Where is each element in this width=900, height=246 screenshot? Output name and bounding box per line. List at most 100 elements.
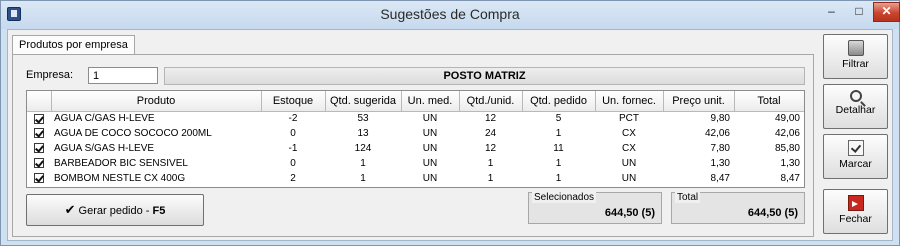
cell-qtd-sugerida: 1	[360, 173, 366, 184]
row-checkbox[interactable]	[34, 128, 44, 139]
checkmark-icon: ✔	[64, 202, 76, 217]
total-box: Total 644,50 (5)	[671, 192, 805, 224]
cell-qtd-unid: 12	[484, 113, 497, 125]
gerar-pedido-shortcut: F5	[152, 205, 166, 217]
empresa-input[interactable]	[88, 67, 158, 84]
cell-produto: AGUA DE COCO SOCOCO 200ML	[54, 128, 212, 139]
marcar-label: Marcar	[839, 158, 872, 170]
total-value: 644,50 (5)	[747, 207, 798, 219]
table-row[interactable]: AGUA C/GAS H-LEVE -2 53 UN 12 5 PCT 9,80…	[27, 111, 804, 126]
col-header-qtd-pedido[interactable]: Qtd. pedido	[522, 91, 596, 112]
cell-total: 8,47	[780, 173, 800, 184]
table-row[interactable]: AGUA DE COCO SOCOCO 200ML 0 13 UN 24 1 C…	[27, 126, 804, 141]
cell-preco-unit: 9,80	[710, 113, 730, 125]
cell-qtd-sugerida: 124	[354, 143, 372, 154]
row-checkbox[interactable]	[34, 173, 44, 184]
exit-icon	[847, 195, 864, 211]
cell-un-fornec: PCT	[619, 113, 639, 125]
app-window: Sugestões de Compra – □ ✕ Produtos por e…	[0, 0, 900, 246]
cell-un-med: UN	[422, 113, 438, 125]
cell-preco-unit: 7,80	[710, 143, 730, 154]
filtrar-button[interactable]: Filtrar	[823, 34, 888, 79]
cell-un-fornec: UN	[621, 158, 637, 169]
cell-qtd-sugerida: 13	[357, 128, 369, 139]
cell-estoque: -1	[288, 143, 298, 154]
tab-produtos-por-empresa[interactable]: Produtos por empresa	[12, 35, 135, 55]
row-checkbox[interactable]	[34, 158, 44, 169]
selecionados-value: 644,50 (5)	[604, 207, 655, 219]
selecionados-label: Selecionados	[532, 192, 597, 203]
col-header-preco-unit[interactable]: Preço unit.	[663, 91, 735, 112]
title-bar: Sugestões de Compra – □ ✕	[1, 1, 900, 29]
cell-un-fornec: UN	[621, 173, 637, 184]
cell-produto: BARBEADOR BIC SENSIVEL	[54, 158, 188, 169]
window-title: Sugestões de Compra	[380, 6, 520, 22]
empresa-label: Empresa:	[26, 69, 74, 81]
cell-un-fornec: CX	[622, 128, 636, 139]
cell-produto: AGUA C/GAS H-LEVE	[54, 113, 155, 125]
cell-qtd-unid: 1	[487, 158, 494, 169]
cell-qtd-pedido[interactable]: 1	[522, 126, 595, 141]
selecionados-box: Selecionados 644,50 (5)	[528, 192, 662, 224]
cell-estoque: 2	[290, 173, 296, 184]
cell-qtd-unid: 24	[484, 128, 497, 139]
row-checkbox[interactable]	[34, 143, 44, 154]
cell-un-med: UN	[422, 128, 438, 139]
cell-estoque: 0	[290, 158, 296, 169]
cell-un-med: UN	[422, 143, 438, 154]
close-button[interactable]: ✕	[873, 2, 900, 22]
total-label: Total	[675, 192, 701, 203]
cell-qtd-unid: 1	[487, 173, 494, 184]
products-grid[interactable]: Produto Estoque Qtd. sugerida Un. med. Q…	[26, 90, 805, 188]
magnifier-icon	[849, 90, 862, 102]
col-header-qtd-unid[interactable]: Qtd./unid.	[459, 91, 523, 112]
detalhar-button[interactable]: Detalhar	[823, 84, 888, 129]
marcar-button[interactable]: Marcar	[823, 134, 888, 179]
table-row[interactable]: BOMBOM NESTLE CX 400G 2 1 UN 1 1 UN 8,47…	[27, 171, 804, 186]
cell-estoque: 0	[290, 128, 296, 139]
table-row[interactable]: AGUA S/GAS H-LEVE -1 124 UN 12 11 CX 7,8…	[27, 141, 804, 156]
fechar-label: Fechar	[839, 213, 872, 225]
fechar-button[interactable]: Fechar	[823, 189, 888, 234]
col-header-total[interactable]: Total	[734, 91, 804, 112]
cell-qtd-pedido[interactable]: 1	[522, 171, 595, 186]
mark-icon	[847, 140, 864, 156]
filtrar-label: Filtrar	[842, 58, 869, 70]
cell-qtd-pedido[interactable]: 5	[522, 111, 595, 126]
empresa-name-display: POSTO MATRIZ	[164, 67, 805, 85]
row-checkbox[interactable]	[34, 113, 44, 124]
cell-qtd-unid: 12	[484, 143, 497, 154]
table-row[interactable]: BARBEADOR BIC SENSIVEL 0 1 UN 1 1 UN 1,3…	[27, 156, 804, 171]
cell-produto: BOMBOM NESTLE CX 400G	[54, 173, 186, 184]
col-header-produto[interactable]: Produto	[51, 91, 262, 112]
cell-qtd-sugerida: 53	[357, 113, 369, 125]
cell-total: 42,06	[774, 128, 800, 139]
col-header-un-med[interactable]: Un. med.	[401, 91, 460, 112]
cell-preco-unit: 1,30	[710, 158, 730, 169]
cell-un-med: UN	[422, 173, 438, 184]
tab-panel: Empresa: POSTO MATRIZ Produto Estoque Qt…	[12, 54, 814, 237]
cell-preco-unit: 42,06	[704, 128, 730, 139]
cell-total: 49,00	[774, 113, 800, 125]
grid-header-row: Produto Estoque Qtd. sugerida Un. med. Q…	[27, 91, 804, 112]
cell-un-fornec: CX	[622, 143, 636, 154]
col-header-un-fornec[interactable]: Un. fornec.	[595, 91, 664, 112]
cell-total: 1,30	[780, 158, 800, 169]
gerar-pedido-label: Gerar pedido -	[78, 205, 153, 217]
cell-qtd-sugerida: 1	[360, 158, 366, 169]
maximize-button[interactable]: □	[846, 2, 872, 22]
col-header-qtd-sugerida[interactable]: Qtd. sugerida	[325, 91, 402, 112]
detalhar-label: Detalhar	[835, 104, 876, 116]
cell-total: 85,80	[774, 143, 800, 154]
filter-icon	[847, 40, 864, 56]
client-area: Produtos por empresa Empresa: POSTO MATR…	[7, 29, 893, 241]
cell-estoque: -2	[288, 113, 298, 125]
minimize-button[interactable]: –	[818, 2, 845, 22]
cell-qtd-pedido[interactable]: 1	[522, 156, 595, 171]
cell-qtd-pedido[interactable]: 11	[522, 141, 595, 156]
gerar-pedido-button[interactable]: ✔ Gerar pedido - F5	[26, 194, 204, 226]
col-header-check[interactable]	[27, 91, 52, 112]
cell-un-med: UN	[422, 158, 438, 169]
cell-produto: AGUA S/GAS H-LEVE	[54, 143, 155, 154]
col-header-estoque[interactable]: Estoque	[261, 91, 326, 112]
